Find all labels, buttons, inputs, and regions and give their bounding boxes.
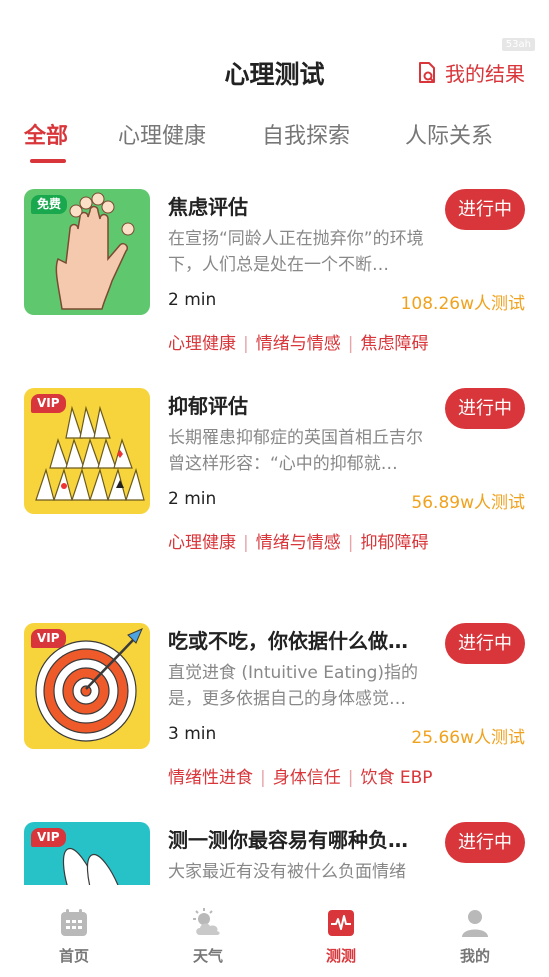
category-tabs: 全部 心理健康 自我探索 人际关系 (0, 118, 549, 168)
card-participant-count: 25.66w人测试 (411, 728, 525, 748)
nav-mine[interactable]: 我的 (425, 907, 525, 966)
card-description: 长期罹患抑郁症的英国首相丘吉尔曾这样形容：“心中的抑郁就… (168, 428, 423, 474)
nav-home[interactable]: 首页 (24, 907, 124, 966)
card-thumbnail: VIP (24, 388, 150, 514)
status-badge: 53ah (501, 38, 535, 51)
card-participant-count: 108.26w人测试 (400, 294, 525, 314)
my-results-label: 我的结果 (445, 62, 525, 86)
card-tags: 心理健康 | 情绪与情感 | 焦虑障碍 (168, 329, 428, 354)
in-progress-button[interactable]: 进行中 (445, 388, 525, 429)
tag-label[interactable]: 心理健康 (168, 533, 236, 553)
bottom-nav: 首页 天气 测测 我的 (0, 885, 549, 977)
nav-label: 测测 (325, 947, 356, 965)
card-duration: 2 min (168, 290, 217, 310)
card-title: 焦虑评估 (168, 195, 248, 219)
card-participant-count: 56.89w人测试 (411, 493, 525, 513)
test-card-depression[interactable]: VIP 抑郁评估 长期罹患抑郁症的英国首相丘吉尔曾这样形容：“心中的抑郁就… 2… (0, 388, 549, 568)
card-duration: 2 min (168, 489, 217, 509)
vip-badge: VIP (31, 629, 66, 648)
card-duration: 3 min (168, 724, 217, 744)
tag-separator: | (243, 334, 249, 354)
tag-label[interactable]: 心理健康 (168, 334, 236, 354)
card-title: 抑郁评估 (168, 394, 248, 418)
header: 53ah 心理测试 我的结果 (0, 0, 549, 110)
vip-badge: VIP (31, 828, 66, 847)
heartbeat-icon (328, 910, 354, 936)
my-results-button[interactable]: 我的结果 (417, 58, 525, 87)
nav-label: 我的 (459, 947, 490, 965)
vip-badge: VIP (31, 394, 66, 413)
tag-separator: | (243, 533, 249, 553)
card-thumbnail: 免费 (24, 189, 150, 315)
tab-mental-health[interactable]: 心理健康 (118, 118, 206, 150)
tag-label[interactable]: 情绪与情感 (256, 533, 341, 553)
tag-separator: | (347, 768, 354, 788)
nav-label: 首页 (58, 947, 89, 965)
user-icon (462, 910, 488, 937)
tab-relationships[interactable]: 人际关系 (405, 118, 493, 150)
nav-test[interactable]: 测测 (291, 907, 391, 966)
in-progress-button[interactable]: 进行中 (445, 822, 525, 863)
card-description: 大家最近有没有被什么负面情绪 (168, 862, 406, 882)
card-tags: 情绪性进食 | 身体信任 | 饮食 EBP (168, 763, 433, 788)
tag-label[interactable]: 情绪性进食 (168, 768, 253, 788)
tag-separator: | (347, 533, 354, 553)
in-progress-button[interactable]: 进行中 (445, 623, 525, 664)
tag-label[interactable]: 焦虑障碍 (360, 334, 428, 354)
card-tags: 心理健康 | 情绪与情感 | 抑郁障碍 (168, 528, 428, 553)
result-doc-icon (419, 61, 435, 83)
active-tab-indicator (30, 159, 66, 163)
card-title: 测一测你最容易有哪种负… (168, 828, 408, 852)
weather-icon (193, 908, 220, 935)
tag-label[interactable]: 饮食 EBP (360, 768, 432, 788)
free-badge: 免费 (31, 195, 68, 214)
in-progress-button[interactable]: 进行中 (445, 189, 525, 230)
tag-label[interactable]: 身体信任 (273, 768, 341, 788)
tab-all[interactable]: 全部 (24, 118, 68, 150)
test-card-negative-emotion[interactable]: VIP 测一测你最容易有哪种负… 大家最近有没有被什么负面情绪 进行中 (0, 822, 549, 885)
card-title: 吃或不吃，你依据什么做… (168, 629, 408, 653)
test-card-anxiety[interactable]: 免费 焦虑评估 在宣扬“同龄人正在抛弃你”的环境下，人们总是处在一个不断… 2 … (0, 189, 549, 369)
nav-label: 天气 (192, 947, 223, 965)
tag-separator: | (347, 334, 354, 354)
tab-self-exploration[interactable]: 自我探索 (262, 118, 350, 150)
card-thumbnail: VIP (24, 822, 150, 885)
card-thumbnail: VIP (24, 623, 150, 749)
card-description: 直觉进食 (Intuitive Eating)指的是，更多依据自己的身体感觉… (168, 663, 419, 709)
card-description: 在宣扬“同龄人正在抛弃你”的环境下，人们总是处在一个不断… (168, 229, 424, 275)
tag-label[interactable]: 情绪与情感 (256, 334, 341, 354)
tag-separator: | (260, 768, 266, 788)
nav-weather[interactable]: 天气 (158, 907, 258, 966)
test-card-eating[interactable]: VIP 吃或不吃，你依据什么做… 直觉进食 (Intuitive Eating)… (0, 623, 549, 803)
tag-label[interactable]: 抑郁障碍 (360, 533, 428, 553)
calendar-icon (61, 909, 87, 936)
